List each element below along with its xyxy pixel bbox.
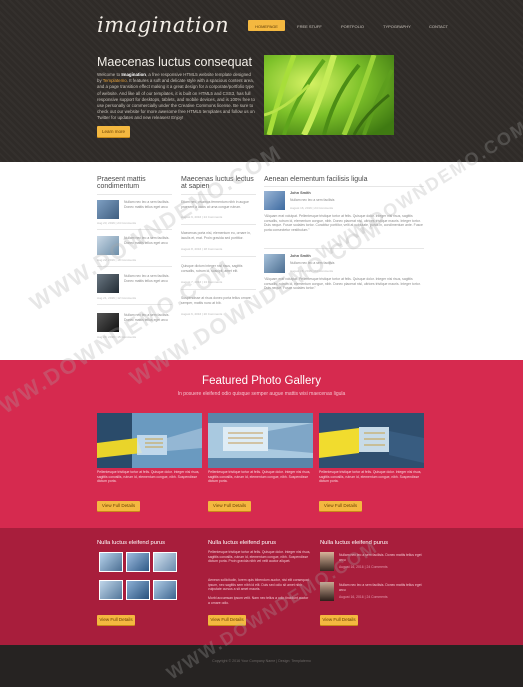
- col2-item-4-text: Suspendisse at risus donec porta tellus …: [181, 296, 252, 305]
- photo-grid-item[interactable]: [99, 552, 123, 572]
- col2-item-3-text: Quisque dictum integer nisl risus, sagit…: [181, 264, 243, 273]
- col1-item-4-meta: Aug 20, 2016 | 15 Comments: [97, 335, 136, 339]
- hero-text-pre: Welcome to: [97, 72, 122, 77]
- col3-item-1-meta: August 16, 2016 | 24 Comments: [290, 206, 333, 210]
- nav-item-typography[interactable]: Typography: [377, 20, 414, 31]
- col1-item-2-meta: Aug 22, 2016 | 18 Comments: [97, 258, 136, 262]
- gallery-title: Featured Photo Gallery: [202, 375, 321, 387]
- photo-grid-item[interactable]: [153, 552, 177, 572]
- col3-item-2-name[interactable]: John Smith: [290, 254, 311, 258]
- bottom-col1-title: Nulla luctus eleifend purus: [97, 540, 165, 546]
- nav-item-contact[interactable]: Contact: [420, 20, 457, 31]
- featured-gallery-section: Featured Photo Gallery In posuere eleife…: [0, 360, 523, 528]
- col2-item-2-meta: August 8, 2016 | 18 Comments: [181, 247, 223, 251]
- hero-learn-more-button[interactable]: Learn more: [97, 126, 130, 137]
- bottom-col2-text-3: Morbi accumsan ipsum velit. Nam nec tell…: [208, 596, 309, 605]
- col1-thumb-1[interactable]: [97, 200, 119, 219]
- col2-item-1-meta: August 9, 2016 | 24 Comments: [181, 215, 223, 219]
- bottom-photo-grid: [99, 552, 179, 602]
- bottom-col3-item-1-text: Nullam nec leo a sem facilisis. Donec ma…: [339, 553, 422, 562]
- col1-item-4-text: Nullam nec leo a sem facilisis. Donec ma…: [124, 313, 170, 322]
- col2-item-2-text: Maecenas porta nisl, elementum eu, ornar…: [181, 231, 251, 240]
- gallery-item-2-text: Pellentesque tristique tortor at felis. …: [208, 470, 311, 484]
- bottom-col3-item-2-text: Nullam nec leo a sem facilisis. Donec ma…: [339, 583, 422, 592]
- gallery-item-3-text: Pellentesque tristique tortor at felis. …: [319, 470, 422, 484]
- col2-divider: [181, 256, 256, 257]
- col3-divider: [264, 248, 424, 249]
- col1-item-1-text: Nullam nec leo a sem facilisis. Donec ma…: [124, 200, 170, 209]
- header-hero: imagination Homepage Free Stuff Portfoli…: [0, 0, 523, 162]
- hero-grass-image: [264, 55, 394, 135]
- photo-grid-item[interactable]: [126, 552, 150, 572]
- col1-item-2-text: Nullam nec leo a sem facilisis. Donec ma…: [124, 236, 170, 245]
- col1-thumb-4[interactable]: [97, 313, 119, 332]
- bottom-col3-item-2-meta: August 16, 2016 | 24 Comments: [339, 595, 388, 599]
- col3-item-2-meta: August 16, 2016 | 24 Comments: [290, 269, 333, 273]
- col2-divider: [181, 289, 256, 290]
- col3-avatar-2[interactable]: [264, 254, 285, 273]
- bottom-col1-details-button[interactable]: View Full Details: [97, 615, 135, 625]
- photo-grid-item[interactable]: [153, 580, 177, 600]
- gallery-subtitle: In posuere eleifend odio quisque semper …: [177, 391, 346, 397]
- hero-author-link[interactable]: Templatemo: [103, 78, 127, 83]
- gallery-item-2-details-button[interactable]: View Full Details: [208, 501, 251, 511]
- nav-item-homepage[interactable]: Homepage: [248, 20, 285, 31]
- main-nav: Homepage Free Stuff Portfolio Typography…: [248, 20, 457, 31]
- col1-thumb-3[interactable]: [97, 274, 119, 293]
- photo-grid-item[interactable]: [99, 580, 123, 600]
- col2-title: Maecenas luctus lectus at sapien: [181, 176, 254, 191]
- bottom-col2-details-button[interactable]: View Full Details: [208, 615, 246, 625]
- gallery-item-1-text: Pellentesque tristique tortor at felis. …: [97, 470, 200, 484]
- site-logo[interactable]: imagination: [97, 13, 229, 37]
- bottom-col2-text-1: Pellentesque tristique tortor at felis. …: [208, 550, 311, 564]
- col3-item-2-sub: Nullam nec leo a sem facilisis: [290, 261, 335, 265]
- col2-divider: [181, 194, 256, 195]
- gallery-image-3[interactable]: [319, 413, 424, 468]
- col3-title: Aenean elementum facilisis ligula: [264, 176, 368, 183]
- hero-brand-name: Imagination: [121, 72, 146, 77]
- bottom-col3-title: Nulla luctus eleifend purus: [320, 540, 388, 546]
- bottom-columns-section: Nulla luctus eleifend purus View Full De…: [0, 528, 523, 645]
- hero-text-post: . It features a soft and delicate style …: [97, 78, 255, 121]
- gallery-item-3-details-button[interactable]: View Full Details: [319, 501, 362, 511]
- bottom-col2-title: Nulla luctus eleifend purus: [208, 540, 276, 546]
- col3-item-2-quote: “Aliquam erat volutpat. Pellentesque tri…: [264, 277, 421, 291]
- hero-title: Maecenas luctus consequat: [97, 55, 252, 69]
- col3-divider: [264, 186, 424, 187]
- col2-divider: [181, 224, 256, 225]
- footer-copyright: Copyright © 2016 Your Company Name | Des…: [212, 659, 311, 663]
- col3-item-1-name[interactable]: John Smith: [290, 191, 311, 195]
- col2-item-1-text: Etiam nec, vivamus fermentum nibh in aug…: [181, 200, 249, 209]
- col3-avatar-1[interactable]: [264, 191, 285, 210]
- col1-title: Praesent mattis condimentum: [97, 176, 146, 191]
- col1-thumb-2[interactable]: [97, 236, 119, 255]
- bottom-col2-text-2: Aenean sollicitudin, lorem quis bibendum…: [208, 578, 309, 592]
- col1-divider: [97, 194, 172, 195]
- col1-divider: [97, 266, 172, 267]
- col2-item-4-meta: August 6, 2016 | 20 Comments: [181, 312, 223, 316]
- hero-intro-text: Welcome to Imagination, a free responsiv…: [97, 72, 255, 122]
- bottom-avatar-2[interactable]: [320, 582, 334, 601]
- col1-item-1-meta: Aug 23, 2016 | 24 Comments: [97, 221, 136, 225]
- col3-item-1-quote: “Aliquam erat volutpat. Pellentesque tri…: [264, 214, 423, 232]
- bottom-col3-item-1-meta: August 16, 2016 | 24 Comments: [339, 565, 388, 569]
- gallery-item-1-details-button[interactable]: View Full Details: [97, 501, 140, 511]
- nav-item-portfolio[interactable]: Portfolio: [334, 20, 371, 31]
- photo-grid-item[interactable]: [126, 580, 150, 600]
- gallery-image-1[interactable]: [97, 413, 202, 468]
- gallery-image-2[interactable]: [208, 413, 313, 468]
- col2-item-3-meta: August 7, 2016 | 13 Comments: [181, 280, 223, 284]
- bottom-avatar-1[interactable]: [320, 552, 334, 571]
- col1-item-3-meta: Aug 21, 2016 | 12 Comments: [97, 296, 136, 300]
- bottom-col3-details-button[interactable]: View Full Details: [320, 615, 358, 625]
- col1-divider: [97, 304, 172, 305]
- site-footer: Copyright © 2016 Your Company Name | Des…: [0, 645, 523, 687]
- col1-divider: [97, 229, 172, 230]
- col1-item-3-text: Nullam nec leo a sem facilisis. Donec ma…: [124, 274, 170, 283]
- nav-item-free-stuff[interactable]: Free Stuff: [291, 20, 328, 31]
- col3-item-1-sub: Nullam nec leo a sem facilisis: [290, 198, 335, 202]
